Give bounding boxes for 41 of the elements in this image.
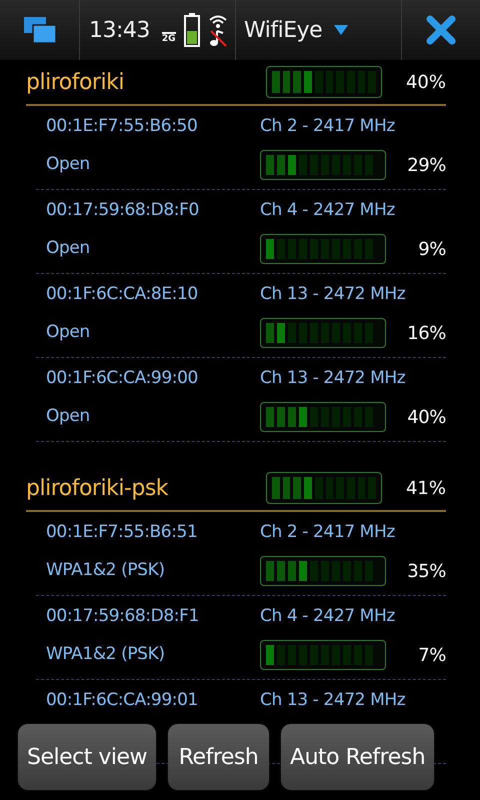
wifi-muted-icon — [208, 13, 228, 47]
select-view-button[interactable]: Select view — [18, 724, 156, 790]
network-name: pliroforiki-psk — [26, 474, 170, 502]
signal-percent: 35% — [407, 560, 446, 584]
security-type: Open — [46, 405, 91, 428]
mac-address: 00:1E:F7:55:B6:51 — [46, 521, 198, 544]
mac-address: 00:1F:6C:CA:8E:10 — [46, 283, 199, 306]
app-title[interactable]: WifiEye — [244, 14, 322, 46]
channel-frequency: Ch 4 - 2427 MHz — [260, 199, 395, 222]
security-type: Open — [46, 321, 91, 344]
mac-address: 00:1E:F7:55:B6:50 — [46, 115, 198, 138]
channel-frequency: Ch 13 - 2472 MHz — [260, 689, 406, 712]
dropdown-arrow-icon[interactable] — [334, 25, 348, 35]
signal-percent: 9% — [418, 238, 446, 262]
channel-frequency: Ch 2 - 2417 MHz — [260, 115, 395, 138]
mac-address: 00:17:59:68:D8:F1 — [46, 605, 200, 628]
auto-refresh-button[interactable]: Auto Refresh — [281, 724, 434, 790]
refresh-button[interactable]: Refresh — [168, 724, 270, 790]
signal-percent: 41% — [406, 476, 446, 500]
channel-frequency: Ch 13 - 2472 MHz — [260, 283, 406, 306]
mac-address: 00:1F:6C:CA:99:01 — [46, 689, 199, 712]
signal-percent: 40% — [407, 406, 446, 430]
channel-frequency: Ch 4 - 2427 MHz — [260, 605, 395, 628]
signal-percent: 7% — [418, 644, 446, 668]
network-name: pliroforiki — [26, 68, 125, 96]
channel-frequency: Ch 13 - 2472 MHz — [260, 367, 406, 390]
clock-time: 13:43 — [89, 16, 150, 44]
security-type: WPA1&2 (PSK) — [46, 559, 166, 582]
mac-address: 00:17:59:68:D8:F0 — [46, 199, 200, 222]
channel-frequency: Ch 2 - 2417 MHz — [260, 521, 395, 544]
security-type: Open — [46, 237, 91, 260]
security-type: Open — [46, 153, 91, 176]
signal-percent: 16% — [407, 322, 446, 346]
windows-icon[interactable] — [22, 16, 56, 44]
close-icon[interactable] — [426, 15, 456, 45]
battery-icon — [184, 13, 200, 47]
mac-address: 00:1F:6C:CA:99:00 — [46, 367, 199, 390]
signal-percent: 40% — [406, 70, 446, 94]
security-type: WPA1&2 (PSK) — [46, 643, 166, 666]
signal-percent: 29% — [407, 154, 446, 178]
network-indicator: 2G — [162, 32, 176, 44]
